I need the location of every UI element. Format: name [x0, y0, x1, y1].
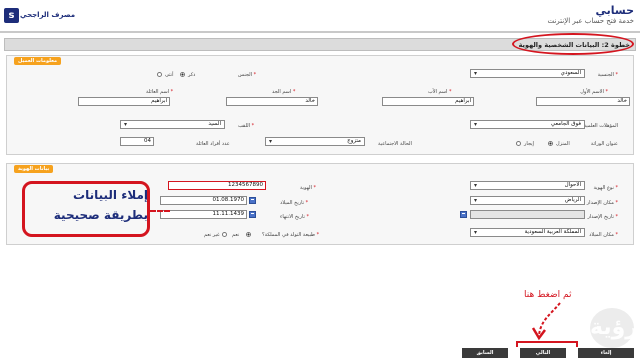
- first-name-label: * الاسم الأول: [580, 89, 608, 95]
- next-button[interactable]: التالي: [520, 348, 566, 358]
- identity-section-tag: بيانات الهوية: [14, 165, 54, 173]
- id-number-input[interactable]: 1234567890: [168, 181, 266, 190]
- birth-no-label: غير نعم: [204, 232, 220, 238]
- nationality-select[interactable]: السعودي: [470, 69, 585, 78]
- step-highlight-oval: [512, 33, 634, 55]
- bank-name: مصرف الراجحي: [20, 11, 76, 19]
- callout-connector: [150, 210, 170, 212]
- title-select[interactable]: السيد: [120, 120, 225, 129]
- gender-label: * الجنس: [238, 72, 257, 78]
- issue-date-input[interactable]: [470, 210, 585, 219]
- dob-label: * تاريخ الميلاد: [280, 200, 309, 206]
- marital-label: الحالة الاجتماعية: [378, 141, 412, 147]
- bank-logo-icon: s: [4, 8, 19, 23]
- title-label: * اللقب: [238, 123, 255, 129]
- id-type-label: * نوع الهوية: [593, 185, 618, 191]
- gender-male-radio[interactable]: [180, 72, 185, 77]
- birth-in-kingdom-label: * طبيعة التولد في المملكة؟: [262, 232, 320, 238]
- grandfather-name-label: * اسم الجد: [272, 89, 296, 95]
- then-click-text: ثم اضغط هنا: [524, 290, 572, 300]
- birth-place-select[interactable]: المملكة العربية السعودية: [470, 228, 585, 237]
- issue-date-calendar-icon[interactable]: [460, 211, 467, 218]
- birth-no-radio[interactable]: [222, 232, 227, 237]
- father-name-input[interactable]: ابراهيم: [382, 97, 474, 106]
- residence-own-radio[interactable]: [548, 141, 553, 146]
- family-count-label: عدد أفراد العائلة: [196, 141, 230, 147]
- father-name-label: * اسم الأب: [428, 89, 452, 95]
- site-subtitle: خدمة فتح حساب عبر الإنترنت: [547, 17, 634, 25]
- birth-yes-label: نعم: [232, 232, 240, 238]
- dob-calendar-icon[interactable]: [249, 197, 256, 204]
- expiry-input[interactable]: 11.11.1439: [160, 210, 247, 219]
- residence-label: عنوان الوراثة: [590, 141, 618, 147]
- expiry-label: * تاريخ الانتهاء: [280, 214, 309, 220]
- birth-place-label: * مكان الميلاد: [589, 232, 618, 238]
- gender-male-label: ذكر: [188, 72, 196, 78]
- residence-rent-label: إيجار: [524, 141, 534, 147]
- gender-female-radio[interactable]: [157, 72, 162, 77]
- fill-instruction-text: إملاء البيانات بطريقة صحيحية: [53, 188, 148, 222]
- back-button[interactable]: السابق: [462, 348, 508, 358]
- nationality-label: * الجنسية: [597, 72, 618, 78]
- id-number-label: * الهوية: [300, 185, 316, 191]
- id-type-select[interactable]: الأحوال: [470, 181, 585, 190]
- first-name-input[interactable]: خالد: [536, 97, 630, 106]
- residence-own-label: المنزل: [556, 141, 570, 147]
- birth-yes-radio[interactable]: [246, 232, 251, 237]
- header-divider: [0, 31, 640, 33]
- personal-section-tag: معلومات العميل: [14, 57, 62, 65]
- issue-date-label: * تاريخ الإصدار: [587, 214, 618, 220]
- education-label: المؤهلات العلمية: [583, 123, 618, 129]
- family-count-input[interactable]: 04: [120, 137, 154, 146]
- cancel-button[interactable]: إلغاء: [578, 348, 634, 358]
- expiry-calendar-icon[interactable]: [249, 211, 256, 218]
- dob-input[interactable]: 01.08.1970: [160, 196, 247, 205]
- marital-select[interactable]: متزوج: [265, 137, 365, 146]
- issue-place-select[interactable]: الرياض: [470, 196, 585, 205]
- education-select[interactable]: فوق الجامعي: [470, 120, 585, 129]
- residence-rent-radio[interactable]: [516, 141, 521, 146]
- family-name-input[interactable]: ابراهيم: [78, 97, 170, 106]
- family-name-label: * اسم العائلة: [146, 89, 174, 95]
- issue-place-label: * مكان الإصدار: [586, 200, 618, 206]
- grandfather-name-input[interactable]: خالد: [226, 97, 318, 106]
- site-title: حسابي: [595, 4, 634, 17]
- watermark-logo: رؤية: [590, 308, 638, 348]
- gender-female-label: أنثى: [165, 72, 174, 78]
